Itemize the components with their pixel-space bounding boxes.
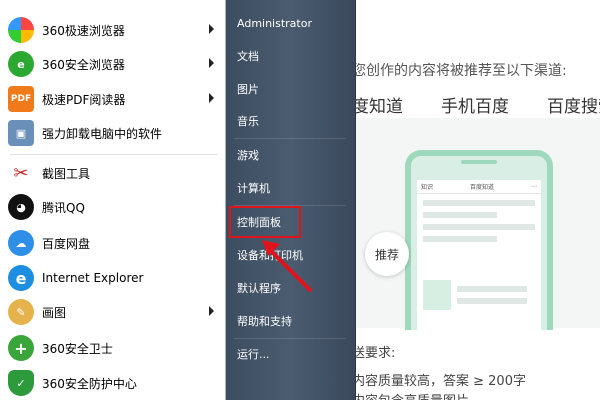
- menu-item-administrator[interactable]: Administrator: [232, 11, 350, 35]
- 360-safe-browser-icon: e: [8, 51, 34, 77]
- requirements-title: 送要求:: [352, 346, 396, 361]
- internet-explorer-icon: e: [8, 265, 34, 291]
- menu-item-music[interactable]: 音乐: [232, 109, 350, 133]
- baidu-netdisk-icon: ☁: [8, 230, 34, 256]
- placeholder-line: [423, 236, 498, 242]
- program-pdf-reader[interactable]: PDF 极速PDF阅读器: [8, 82, 220, 116]
- 360-speed-browser-icon: [8, 17, 34, 43]
- program-paint[interactable]: ✎ 画图: [8, 295, 220, 329]
- submenu-arrow-icon: [209, 58, 214, 68]
- divider: [234, 138, 346, 139]
- scissors-icon: ✂: [8, 160, 34, 186]
- submenu-arrow-icon: [209, 306, 214, 316]
- program-label: 360极速浏览器: [42, 23, 125, 38]
- submenu-arrow-icon: [209, 93, 214, 103]
- menu-item-devices-printers[interactable]: 设备和打印机: [232, 243, 350, 267]
- requirement-item: 内容质量较高，答案 ≥ 200字: [352, 374, 526, 389]
- program-label: 360安全卫士: [42, 341, 113, 356]
- phone-illustration: 知识 百度知道 ⋯: [405, 150, 553, 330]
- program-360-safe-browser[interactable]: e 360安全浏览器: [8, 47, 220, 81]
- placeholder-line: [457, 286, 527, 292]
- program-internet-explorer[interactable]: e Internet Explorer: [8, 261, 220, 295]
- menu-item-default-programs[interactable]: 默认程序: [232, 276, 350, 300]
- qq-penguin-icon: ◕: [8, 194, 34, 220]
- start-menu-places-pane: Administrator 文档 图片 音乐 游戏 计算机 控制面板 设备和打印…: [226, 0, 356, 400]
- program-baidu-netdisk[interactable]: ☁ 百度网盘: [8, 226, 220, 260]
- menu-item-pictures[interactable]: 图片: [232, 77, 350, 101]
- menu-item-documents[interactable]: 文档: [232, 44, 350, 68]
- placeholder-line: [423, 200, 535, 206]
- phone-header-title: 百度知道: [470, 184, 495, 191]
- program-snipping-tool[interactable]: ✂ 截图工具: [8, 156, 220, 190]
- menu-item-run[interactable]: 运行...: [232, 342, 350, 366]
- pdf-reader-icon: PDF: [8, 86, 34, 112]
- phone-notch: [461, 160, 497, 164]
- menu-item-help-support[interactable]: 帮助和支持: [232, 309, 350, 333]
- placeholder-line: [423, 212, 498, 218]
- program-360-speed-browser[interactable]: 360极速浏览器: [8, 13, 220, 47]
- 360-security-guard-icon: +: [8, 335, 34, 361]
- program-uninstaller[interactable]: ▣ 强力卸载电脑中的软件: [8, 116, 220, 150]
- requirement-item: 内容包含高质量图片: [352, 390, 469, 400]
- control-panel-highlight-box: [229, 206, 301, 238]
- program-label: 360安全浏览器: [42, 57, 125, 72]
- program-label: 强力卸载电脑中的软件: [42, 126, 163, 141]
- placeholder-line: [423, 224, 535, 230]
- program-label: 画图: [42, 305, 67, 320]
- divider: [10, 154, 218, 155]
- program-label: 截图工具: [42, 166, 91, 181]
- program-label: 极速PDF阅读器: [42, 92, 126, 107]
- program-qq[interactable]: ◕ 腾讯QQ: [8, 190, 220, 224]
- divider: [234, 338, 346, 339]
- placeholder-line: [457, 298, 527, 304]
- phone-screen-header: 知识 百度知道 ⋯: [417, 180, 541, 194]
- uninstall-icon: ▣: [8, 120, 34, 146]
- program-label: Internet Explorer: [42, 271, 144, 285]
- image-placeholder-icon: [423, 280, 451, 310]
- start-menu-programs-pane: 360极速浏览器 e 360安全浏览器 PDF 极速PDF阅读器 ▣ 强力卸载电…: [0, 0, 226, 400]
- phone-header-left: 知识: [421, 184, 434, 191]
- program-label: 百度网盘: [42, 236, 91, 251]
- program-label: 360安全防护中心: [42, 376, 137, 391]
- intro-text: 您创作的内容将被推荐至以下渠道:: [352, 63, 567, 79]
- paint-icon: ✎: [8, 299, 34, 325]
- menu-item-games[interactable]: 游戏: [232, 143, 350, 167]
- submenu-arrow-icon: [209, 24, 214, 34]
- program-label: 腾讯QQ: [42, 200, 85, 215]
- program-360-protection-center[interactable]: ✓ 360安全防护中心: [8, 366, 220, 400]
- more-icon: ⋯: [531, 183, 537, 190]
- menu-item-computer[interactable]: 计算机: [232, 176, 350, 200]
- shield-icon: ✓: [8, 370, 34, 396]
- program-360-security-guard[interactable]: + 360安全卫士: [8, 331, 220, 365]
- recommend-bubble: 推荐: [365, 232, 409, 276]
- phone-screen: 知识 百度知道 ⋯: [417, 180, 541, 330]
